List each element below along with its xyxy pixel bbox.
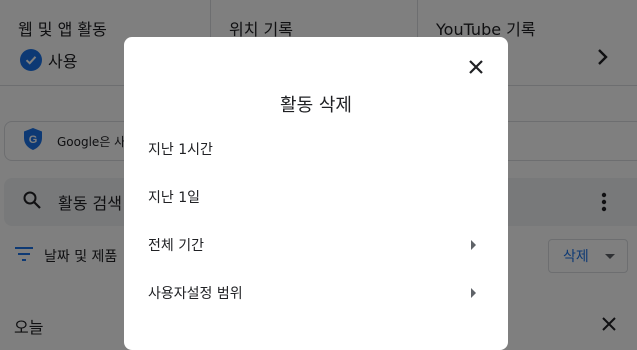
- option-last-hour[interactable]: 지난 1시간: [124, 127, 508, 171]
- option-label: 지난 1일: [148, 190, 200, 206]
- option-label: 전체 기간: [148, 238, 204, 254]
- chevron-right-icon: [471, 240, 476, 250]
- option-label: 사용자설정 범위: [148, 286, 243, 302]
- option-all-time[interactable]: 전체 기간: [124, 223, 508, 267]
- option-last-day[interactable]: 지난 1일: [124, 175, 508, 219]
- option-label: 지난 1시간: [148, 142, 213, 158]
- option-custom-range[interactable]: 사용자설정 범위: [124, 271, 508, 315]
- dialog-title: 활동 삭제: [280, 95, 352, 116]
- delete-activity-dialog: 활동 삭제 지난 1시간 지난 1일 전체 기간 사용자설정 범위: [124, 37, 508, 350]
- dialog-close-icon[interactable]: [464, 55, 488, 79]
- chevron-right-icon: [471, 288, 476, 298]
